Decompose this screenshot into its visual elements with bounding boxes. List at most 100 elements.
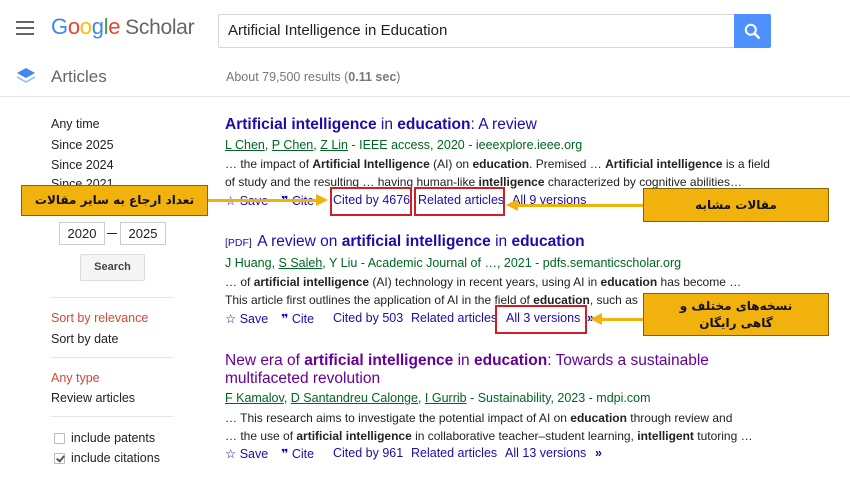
save-button[interactable]: ☆ Save <box>225 446 268 461</box>
callout-versions-line1: نسخه‌های مختلف و <box>679 299 793 313</box>
logo-letter: o <box>67 14 80 39</box>
save-button[interactable]: ☆ Save <box>225 311 268 326</box>
title-part: : A review <box>470 116 537 133</box>
save-label: Save <box>239 312 269 326</box>
callout-versions-line2: گاهی رایگان <box>699 316 773 330</box>
snippet-part: has become … <box>657 275 742 289</box>
more-chevron-icon[interactable]: » <box>595 446 602 460</box>
cite-button[interactable]: ❞ Cite <box>281 446 314 461</box>
custom-range-search-button[interactable]: Search <box>80 254 145 281</box>
snippet-part: in collaborative teacher–student learnin… <box>411 429 638 443</box>
title-part: New era of <box>225 352 305 369</box>
include-patents-checkbox[interactable] <box>54 433 65 444</box>
callout-versions: نسخه‌های مختلف و گاهی رایگان <box>643 293 829 336</box>
author-link[interactable]: F Kamalov <box>225 391 284 405</box>
result-meta: L Chen, P Chen, Z Lin - IEEE access, 202… <box>225 138 583 152</box>
sidebar-divider <box>51 357 173 358</box>
year-from-input[interactable]: 2020 <box>59 222 105 245</box>
author-link[interactable]: D Santandreu Calonge <box>291 391 418 405</box>
result-snippet: … the impact of Artificial Intelligence … <box>225 155 770 173</box>
author-link[interactable]: P Chen <box>272 138 313 152</box>
result-title[interactable]: [PDF] A review on artificial intelligenc… <box>225 233 585 251</box>
search-button[interactable] <box>734 14 771 48</box>
arrow-head-icon <box>316 194 328 206</box>
logo-letter: e <box>108 14 121 39</box>
callout-related: مقالات مشابه <box>643 188 829 222</box>
result-title[interactable]: Artificial intelligence in education: A … <box>225 116 537 134</box>
section-title: Articles <box>51 67 107 86</box>
snippet-part: through review and <box>626 411 733 425</box>
year-to-input[interactable]: 2025 <box>120 222 166 245</box>
snippet-part: artificial intelligence <box>253 275 370 289</box>
snippet-part: artificial intelligence <box>296 429 412 443</box>
result-snippet: … the use of artificial intelligence in … <box>225 427 753 445</box>
author-link[interactable]: S Saleh <box>279 256 323 270</box>
filter-since-2025[interactable]: Since 2025 <box>51 138 114 152</box>
snippet-part: (AI) on <box>429 157 473 171</box>
sort-by-relevance[interactable]: Sort by relevance <box>51 311 148 325</box>
related-articles-link[interactable]: Related articles <box>411 446 497 460</box>
menu-icon[interactable] <box>16 21 34 35</box>
type-any[interactable]: Any type <box>51 371 100 385</box>
author-link[interactable]: Z Lin <box>320 138 348 152</box>
quote-icon: ❞ <box>281 447 289 461</box>
title-part: artificial intelligence <box>341 233 491 250</box>
results-suffix: ) <box>396 70 401 84</box>
quote-icon: ❞ <box>281 312 289 326</box>
logo-scholar-text: Scholar <box>125 16 195 39</box>
result-snippet: … This research aims to investigate the … <box>225 409 732 427</box>
star-icon: ☆ <box>225 312 237 326</box>
type-review-articles[interactable]: Review articles <box>51 391 135 405</box>
author-link[interactable]: I Gurrib <box>425 391 467 405</box>
cite-label: Cite <box>291 447 315 461</box>
cite-button[interactable]: ❞ Cite <box>281 311 314 326</box>
author-link[interactable]: L Chen <box>225 138 265 152</box>
cite-label: Cite <box>291 312 315 326</box>
snippet-part: education <box>472 157 530 171</box>
filter-any-time[interactable]: Any time <box>51 117 100 131</box>
logo-letter: G <box>51 14 68 39</box>
arrow-related <box>518 204 643 207</box>
filter-since-2024[interactable]: Since 2024 <box>51 158 114 172</box>
title-part: education <box>511 233 585 250</box>
arrow-head-icon <box>590 313 602 325</box>
publication-info: - IEEE access, 2020 - ieeexplore.ieee.or… <box>348 138 583 152</box>
callout-cited-by: تعداد ارجاع به سایر مقالات <box>21 185 208 216</box>
include-patents-label: include patents <box>71 431 156 445</box>
snippet-part: . Premised … <box>529 157 606 171</box>
header-divider <box>0 96 850 97</box>
arrow-cited-by <box>208 199 318 202</box>
google-scholar-logo[interactable]: Google Scholar <box>51 14 195 40</box>
cited-by-link[interactable]: Cited by 961 <box>333 446 403 460</box>
highlight-versions <box>495 305 587 334</box>
result-title-line2[interactable]: multifaceted revolution <box>225 370 380 388</box>
result-title[interactable]: New era of artificial intelligence in ed… <box>225 352 709 370</box>
search-input[interactable]: Artificial Intelligence in Education <box>218 14 734 48</box>
include-citations-label: include citations <box>71 451 160 465</box>
snippet-part: education <box>600 275 658 289</box>
title-part: in <box>376 116 398 133</box>
pdf-tag[interactable]: [PDF] <box>225 237 252 249</box>
title-part: : Towards a sustainable <box>547 352 709 369</box>
highlight-cited-by <box>330 187 412 216</box>
articles-icon <box>17 68 35 83</box>
snippet-part: is a field <box>722 157 770 171</box>
sort-by-date[interactable]: Sort by date <box>51 332 118 346</box>
include-citations-checkbox[interactable] <box>54 453 65 464</box>
search-icon <box>744 23 761 40</box>
related-articles-link[interactable]: Related articles <box>411 311 497 325</box>
publication-info: - Academic Journal of …, 2021 - pdfs.sem… <box>357 256 682 270</box>
versions-link[interactable]: All 13 versions <box>505 446 586 460</box>
results-time: 0.11 sec <box>348 70 397 84</box>
title-part: education <box>473 352 548 369</box>
save-label: Save <box>239 447 269 461</box>
snippet-part: Artificial intelligence <box>605 157 723 171</box>
cited-by-link[interactable]: Cited by 503 <box>333 311 403 325</box>
snippet-part: … This research aims to investigate the … <box>225 411 571 425</box>
title-part: education <box>397 116 471 133</box>
logo-letter: g <box>91 14 104 39</box>
sidebar-divider <box>51 416 173 417</box>
star-icon: ☆ <box>225 447 237 461</box>
result-meta: F Kamalov, D Santandreu Calonge, I Gurri… <box>225 391 651 405</box>
title-part: artificial intelligence <box>304 352 454 369</box>
